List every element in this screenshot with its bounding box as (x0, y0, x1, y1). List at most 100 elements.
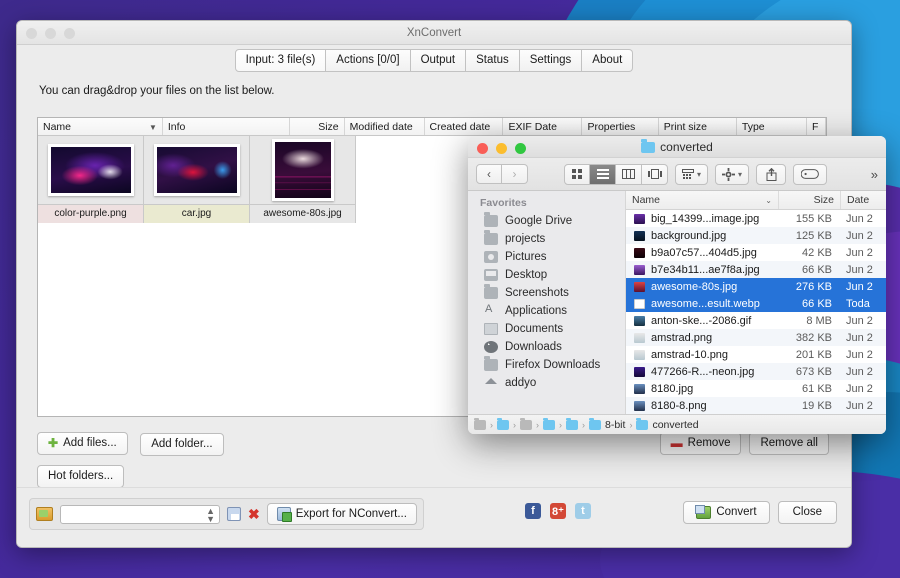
sidebar-item-documents[interactable]: Documents (468, 320, 625, 338)
export-nconvert-button[interactable]: Export for NConvert... (267, 503, 417, 525)
column-header-size[interactable]: Size (290, 118, 344, 135)
sidebar-item-projects[interactable]: projects (468, 230, 625, 248)
minimize-button[interactable] (496, 143, 507, 154)
close-button[interactable] (26, 28, 37, 39)
arrange-button[interactable]: ▾ (675, 164, 708, 185)
sidebar-item-google-drive[interactable]: Google Drive (468, 212, 625, 230)
gallery-view-icon[interactable] (642, 164, 668, 185)
open-preset-icon[interactable] (36, 507, 53, 521)
table-row[interactable]: awesome...esult.webp66 KBToda (626, 295, 886, 312)
maximize-button[interactable] (515, 143, 526, 154)
file-tile[interactable]: awesome-80s.jpg (250, 136, 356, 223)
tag-button[interactable] (793, 164, 827, 185)
sidebar-item-screenshots[interactable]: Screenshots (468, 284, 625, 302)
share-button[interactable] (756, 164, 786, 185)
add-folder-button[interactable]: Add folder... (140, 433, 223, 456)
finder-path-bar[interactable]: › › › › › 8-bit › converted (468, 414, 886, 434)
maximize-button[interactable] (64, 28, 75, 39)
close-button[interactable] (477, 143, 488, 154)
column-header-name[interactable]: Name ⌄ (626, 191, 778, 209)
remove-all-button[interactable]: Remove all (749, 432, 829, 455)
delete-preset-icon[interactable]: ✖ (248, 508, 260, 520)
xnconvert-titlebar[interactable]: XnConvert (17, 21, 851, 45)
close-button-main[interactable]: Close (778, 501, 837, 524)
table-row[interactable]: big_14399...image.jpg155 KBJun 2 (626, 210, 886, 227)
file-tile[interactable]: car.jpg (144, 136, 250, 223)
sidebar-item-firefox-downloads[interactable]: Firefox Downloads (468, 356, 625, 374)
table-row[interactable]: awesome-80s.jpg276 KBJun 2 (626, 278, 886, 295)
finder-titlebar[interactable]: converted (468, 136, 886, 158)
file-tile[interactable]: color-purple.png (38, 136, 144, 223)
tab-about[interactable]: About (582, 49, 633, 72)
folder-icon[interactable] (566, 420, 578, 430)
column-header-name[interactable]: Name ▼ (38, 118, 163, 135)
list-view-icon[interactable] (590, 164, 616, 185)
sidebar-item-desktop[interactable]: Desktop (468, 266, 625, 284)
finder-window[interactable]: converted ‹ › (468, 136, 886, 434)
tab-input[interactable]: Input: 3 file(s) (235, 49, 327, 72)
back-icon[interactable]: ‹ (476, 164, 502, 184)
folder-icon[interactable] (589, 420, 601, 430)
file-action-buttons: ✚ Add files... Add folder... Hot folders… (37, 432, 224, 488)
finder-file-list[interactable]: Name ⌄ Size Date big_14399...image.jpg15… (626, 191, 886, 414)
tab-status[interactable]: Status (466, 49, 520, 72)
column-header-properties[interactable]: Properties (582, 118, 658, 135)
finder-window-controls[interactable] (477, 143, 526, 154)
preset-combo[interactable]: ▲ ▼ (60, 505, 220, 524)
column-view-icon[interactable] (616, 164, 642, 185)
home-icon[interactable] (520, 420, 532, 430)
tab-output[interactable]: Output (411, 49, 467, 72)
pictures-icon[interactable] (543, 420, 555, 430)
convert-button[interactable]: Convert (683, 501, 769, 524)
toolbar-more-button[interactable]: » (871, 167, 878, 182)
column-header-f[interactable]: F (807, 118, 826, 135)
window-controls[interactable] (26, 28, 75, 39)
table-row[interactable]: background.jpg125 KBJun 2 (626, 227, 886, 244)
column-header-created-date[interactable]: Created date (425, 118, 504, 135)
file-list-header[interactable]: Name ▼ Info Size Modified date Created d… (38, 118, 826, 136)
remove-button[interactable]: ▬ Remove (660, 432, 742, 455)
user-icon[interactable] (497, 420, 509, 430)
sidebar-item-addyo[interactable]: addyo (468, 374, 625, 392)
column-header-date[interactable]: Date (840, 191, 886, 209)
column-header-info[interactable]: Info (163, 118, 291, 135)
icon-view-icon[interactable] (564, 164, 590, 185)
save-preset-icon[interactable] (227, 507, 241, 521)
column-header-modified-date[interactable]: Modified date (345, 118, 425, 135)
finder-list-header[interactable]: Name ⌄ Size Date (626, 191, 886, 210)
column-header-exif-date[interactable]: EXIF Date (503, 118, 582, 135)
sidebar-item-pictures[interactable]: Pictures (468, 248, 625, 266)
column-header-type[interactable]: Type (737, 118, 807, 135)
sidebar-item-applications[interactable]: Applications (468, 302, 625, 320)
action-button[interactable]: ▾ (715, 164, 749, 185)
folder-icon[interactable] (636, 420, 648, 430)
table-row[interactable]: 8180-8.png19 KBJun 2 (626, 397, 886, 414)
table-row[interactable]: 477266-R...-neon.jpg673 KBJun 2 (626, 363, 886, 380)
forward-icon[interactable]: › (502, 164, 528, 184)
table-row[interactable]: amstrad-10.png201 KBJun 2 (626, 346, 886, 363)
finder-sidebar[interactable]: Favorites Google Drive projects Pictures… (468, 191, 626, 414)
disk-icon[interactable] (474, 420, 486, 430)
path-segment-8bit[interactable]: 8-bit (605, 419, 625, 431)
table-row[interactable]: b9a07c57...404d5.jpg42 KBJun 2 (626, 244, 886, 261)
column-header-size[interactable]: Size (778, 191, 840, 209)
table-row[interactable]: b7e34b11...ae7f8a.jpg66 KBJun 2 (626, 261, 886, 278)
sidebar-item-downloads[interactable]: Downloads (468, 338, 625, 356)
facebook-icon[interactable]: f (525, 503, 541, 519)
google-plus-icon[interactable]: 8⁺ (550, 503, 566, 519)
finder-toolbar[interactable]: ‹ › ▾ (468, 158, 886, 191)
column-header-print-size[interactable]: Print size (659, 118, 737, 135)
xnconvert-tabbar[interactable]: Input: 3 file(s) Actions [0/0] Output St… (17, 49, 851, 74)
documents-icon (484, 323, 498, 335)
minimize-button[interactable] (45, 28, 56, 39)
add-files-button[interactable]: ✚ Add files... (37, 432, 128, 455)
path-segment-converted[interactable]: converted (652, 419, 698, 431)
tab-actions[interactable]: Actions [0/0] (326, 49, 410, 72)
twitter-icon[interactable]: t (575, 503, 591, 519)
file-name-label: awesome-80s.jpg (250, 204, 355, 223)
table-row[interactable]: amstrad.png382 KBJun 2 (626, 329, 886, 346)
table-row[interactable]: 8180.jpg61 KBJun 2 (626, 380, 886, 397)
hot-folders-button[interactable]: Hot folders... (37, 465, 124, 488)
tab-settings[interactable]: Settings (520, 49, 583, 72)
table-row[interactable]: anton-ske...-2086.gif8 MBJun 2 (626, 312, 886, 329)
